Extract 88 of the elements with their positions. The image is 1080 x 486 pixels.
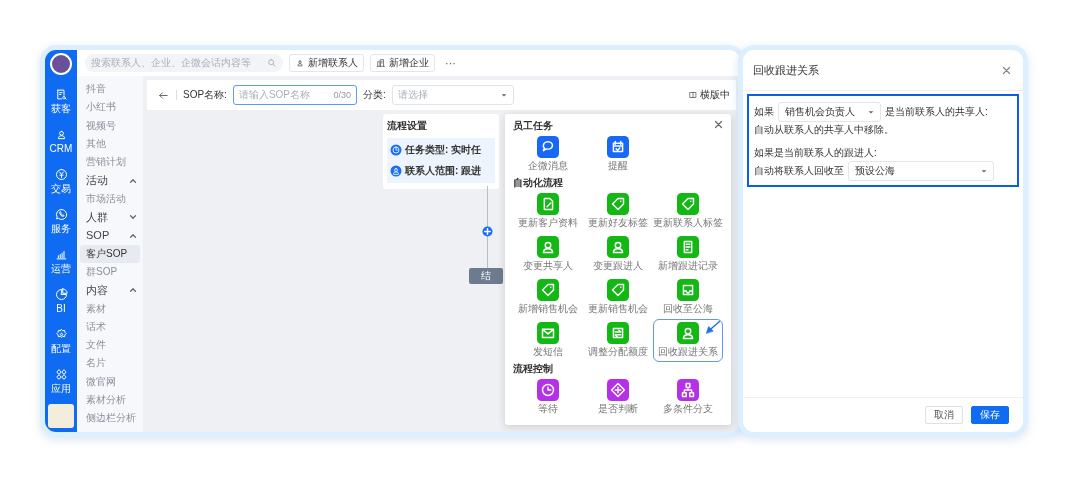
- person-icon: [390, 165, 402, 177]
- node-type-option[interactable]: 是否判断: [583, 376, 653, 419]
- node-type-option[interactable]: 调整分配额度: [583, 319, 653, 362]
- add-node-icon[interactable]: [482, 226, 493, 237]
- field-label: SOP名称:: [183, 88, 227, 102]
- pool-select[interactable]: 预设公海: [848, 161, 994, 181]
- sidebar-item[interactable]: 小红书: [80, 98, 140, 117]
- sidebar-item[interactable]: 抖音: [80, 80, 140, 99]
- section-title: 员工任务: [513, 119, 553, 133]
- sidebar-item[interactable]: 视频号: [80, 116, 140, 135]
- caret-icon: [980, 167, 988, 175]
- sidebar-group[interactable]: SOP: [80, 226, 140, 245]
- node-type-option[interactable]: 回收跟进关系: [653, 319, 723, 362]
- sidebar-item[interactable]: 营销计划: [80, 153, 140, 172]
- sidebar-group[interactable]: 内容: [80, 281, 140, 300]
- sidebar-item[interactable]: 其他: [80, 134, 140, 154]
- nav-label[interactable]: CRM: [49, 143, 73, 155]
- section-title: 流程控制: [513, 362, 553, 376]
- card-title: 流程设置: [387, 119, 428, 133]
- sidebar-item[interactable]: 市场活动: [80, 189, 140, 209]
- more-button[interactable]: ···: [441, 57, 460, 69]
- chevron-icon: [129, 176, 137, 185]
- node-type-option[interactable]: 更新联系人标签: [653, 190, 723, 233]
- sidebar-item[interactable]: 文件: [80, 336, 140, 355]
- dialog-title: 回收跟进关系: [753, 62, 819, 78]
- close-icon[interactable]: [714, 120, 723, 129]
- node-type-option[interactable]: 提醒: [583, 133, 653, 176]
- coin-icon[interactable]: [53, 167, 69, 182]
- rule-text: 如果是当前联系人的跟进人:: [754, 146, 878, 160]
- node-type-option[interactable]: 多条件分支: [653, 376, 723, 419]
- node-type-option[interactable]: 更新客户资料: [513, 190, 583, 233]
- nav-label[interactable]: 交易: [51, 183, 71, 195]
- sidebar-item[interactable]: 素材: [80, 299, 140, 318]
- close-icon[interactable]: [1002, 65, 1011, 75]
- node-type-option[interactable]: 回收至公海: [653, 276, 723, 319]
- person-icon: [295, 58, 305, 68]
- node-type-option[interactable]: 变更共享人: [513, 233, 583, 276]
- sidebar-item[interactable]: 微官网: [80, 372, 140, 392]
- nav-label[interactable]: 获客: [51, 103, 71, 115]
- section-title: 自动化流程: [513, 176, 563, 190]
- rule-text: 如果: [754, 105, 774, 119]
- node-type-option[interactable]: 发短信: [513, 319, 583, 362]
- sidebar-item[interactable]: 侧边栏分析: [80, 409, 140, 428]
- field-label: 分类:: [362, 88, 386, 102]
- sidebar-group[interactable]: 人群: [80, 208, 140, 227]
- avatar-image: [48, 404, 74, 428]
- flow-setting-text: 任务类型: 实时任: [405, 143, 482, 157]
- role-select[interactable]: 销售机会负责人: [778, 102, 881, 122]
- nav-label[interactable]: 服务: [51, 223, 71, 235]
- search-icon: [267, 58, 277, 68]
- sidebar-item[interactable]: 话术: [80, 317, 140, 337]
- pie-chart-icon[interactable]: [53, 287, 69, 302]
- node-type-option[interactable]: 变更跟进人: [583, 233, 653, 276]
- rule-text: 自动从联系人的共享人中移除。: [754, 123, 895, 137]
- nav-label[interactable]: 运营: [51, 263, 71, 275]
- building-icon: [376, 58, 386, 68]
- cancel-button[interactable]: 取消: [925, 406, 963, 424]
- node-type-option[interactable]: 等待: [513, 376, 583, 419]
- node-type-option[interactable]: 新增跟进记录: [653, 233, 723, 276]
- node-type-option[interactable]: 更新销售机会: [583, 276, 653, 319]
- node-type-option[interactable]: 新增销售机会: [513, 276, 583, 319]
- sidebar-item[interactable]: 名片: [80, 354, 140, 373]
- layout-toggle[interactable]: 横版中: [688, 88, 730, 102]
- nav-label[interactable]: BI: [56, 303, 66, 315]
- sidebar-group[interactable]: 活动: [80, 171, 140, 190]
- phone-icon[interactable]: [53, 207, 69, 222]
- add-button[interactable]: 新增企业: [370, 54, 435, 72]
- sidebar-item[interactable]: 群SOP: [80, 262, 140, 282]
- nav-label[interactable]: 配置: [51, 343, 71, 355]
- layout-icon: [688, 90, 698, 100]
- caret-icon: [867, 108, 875, 116]
- flow-setting-text: 联系人范围: 跟进: [405, 164, 482, 178]
- rule-text: 是当前联系人的共享人:: [885, 105, 988, 119]
- rule-text: 自动将联系人回收至: [754, 164, 844, 178]
- pointer-arrow-icon: [705, 320, 721, 336]
- end-node[interactable]: 结: [469, 268, 503, 284]
- node-type-option[interactable]: 企微消息: [513, 133, 583, 176]
- caret-icon: [499, 91, 508, 99]
- nav-label[interactable]: 应用: [51, 383, 71, 395]
- sidebar-item[interactable]: 客户SOP: [80, 244, 140, 263]
- node-type-option[interactable]: 更新好友标签: [583, 190, 653, 233]
- user-avatar[interactable]: [50, 53, 72, 75]
- chevron-icon: [129, 286, 137, 295]
- clock-icon: [390, 144, 402, 156]
- sidebar-item[interactable]: 素材分析: [80, 391, 140, 410]
- save-button[interactable]: 保存: [971, 406, 1009, 424]
- add-button[interactable]: 新增联系人: [289, 54, 364, 72]
- name-input-field[interactable]: 请输入SOP名称 0/30: [232, 85, 357, 105]
